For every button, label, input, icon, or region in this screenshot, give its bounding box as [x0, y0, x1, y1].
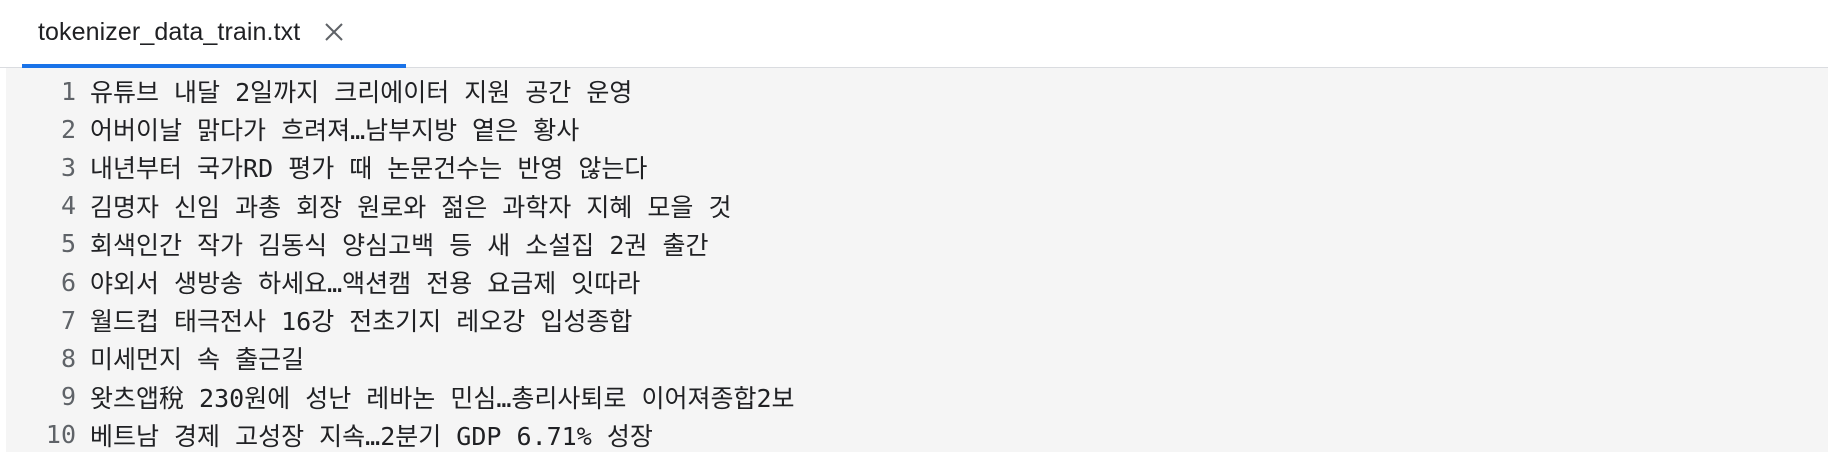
editor-line: 10 베트남 경제 고성장 지속…2분기 GDP 6.71% 성장: [6, 416, 1828, 454]
line-number: 4: [60, 191, 76, 221]
tab-title: tokenizer_data_train.txt: [38, 17, 301, 46]
line-number: 2: [60, 114, 76, 144]
line-number: 8: [60, 343, 76, 373]
line-text: 왓츠앱稅 230원에 성난 레바논 민심…총리사퇴로 이어져종합2보: [90, 383, 795, 413]
line-text: 유튜브 내달 2일까지 크리에이터 지원 공간 운영: [90, 78, 633, 108]
editor-line: 7 월드컵 태극전사 16강 전초기지 레오강 입성종합: [6, 301, 1828, 339]
line-text: 미세먼지 속 출근길: [90, 345, 305, 375]
line-number: 1: [60, 76, 76, 106]
editor-line: 4 김명자 신임 과총 회장 원로와 젊은 과학자 지혜 모을 것: [6, 187, 1828, 225]
line-number: 7: [60, 305, 76, 335]
editor-line: 2 어버이날 맑다가 흐려져…남부지방 옅은 황사: [6, 110, 1828, 148]
line-number: 10: [45, 420, 76, 450]
line-text: 베트남 경제 고성장 지속…2분기 GDP 6.71% 성장: [90, 421, 653, 451]
line-text: 월드컵 태극전사 16강 전초기지 레오강 입성종합: [90, 307, 633, 337]
line-number: 5: [60, 229, 76, 259]
text-editor[interactable]: 1 유튜브 내달 2일까지 크리에이터 지원 공간 운영 2 어버이날 맑다가 …: [6, 68, 1828, 452]
tab-bar: tokenizer_data_train.txt: [0, 0, 1828, 68]
editor-line: 9 왓츠앱稅 230원에 성난 레바논 민심…총리사퇴로 이어져종합2보: [6, 378, 1828, 416]
editor-line: 1 유튜브 내달 2일까지 크리에이터 지원 공간 운영: [6, 72, 1828, 110]
file-tab[interactable]: tokenizer_data_train.txt: [22, 0, 406, 68]
line-number: 9: [60, 382, 76, 412]
line-number: 3: [60, 152, 76, 182]
line-text: 어버이날 맑다가 흐려져…남부지방 옅은 황사: [90, 116, 580, 146]
editor-line: 6 야외서 생방송 하세요…액션캠 전용 요금제 잇따라: [6, 263, 1828, 301]
editor-line: 8 미세먼지 속 출근길: [6, 339, 1828, 377]
line-text: 내년부터 국가RD 평가 때 논문건수는 반영 않는다: [90, 154, 648, 184]
editor-line: 5 회색인간 작가 김동식 양심고백 등 새 소설집 2권 출간: [6, 225, 1828, 263]
close-icon[interactable]: [322, 20, 346, 44]
line-number: 6: [60, 267, 76, 297]
line-text: 야외서 생방송 하세요…액션캠 전용 요금제 잇따라: [90, 269, 641, 299]
line-text: 회색인간 작가 김동식 양심고백 등 새 소설집 2권 출간: [90, 230, 709, 260]
line-text: 김명자 신임 과총 회장 원로와 젊은 과학자 지혜 모을 것: [90, 192, 732, 222]
editor-line: 3 내년부터 국가RD 평가 때 논문건수는 반영 않는다: [6, 148, 1828, 186]
